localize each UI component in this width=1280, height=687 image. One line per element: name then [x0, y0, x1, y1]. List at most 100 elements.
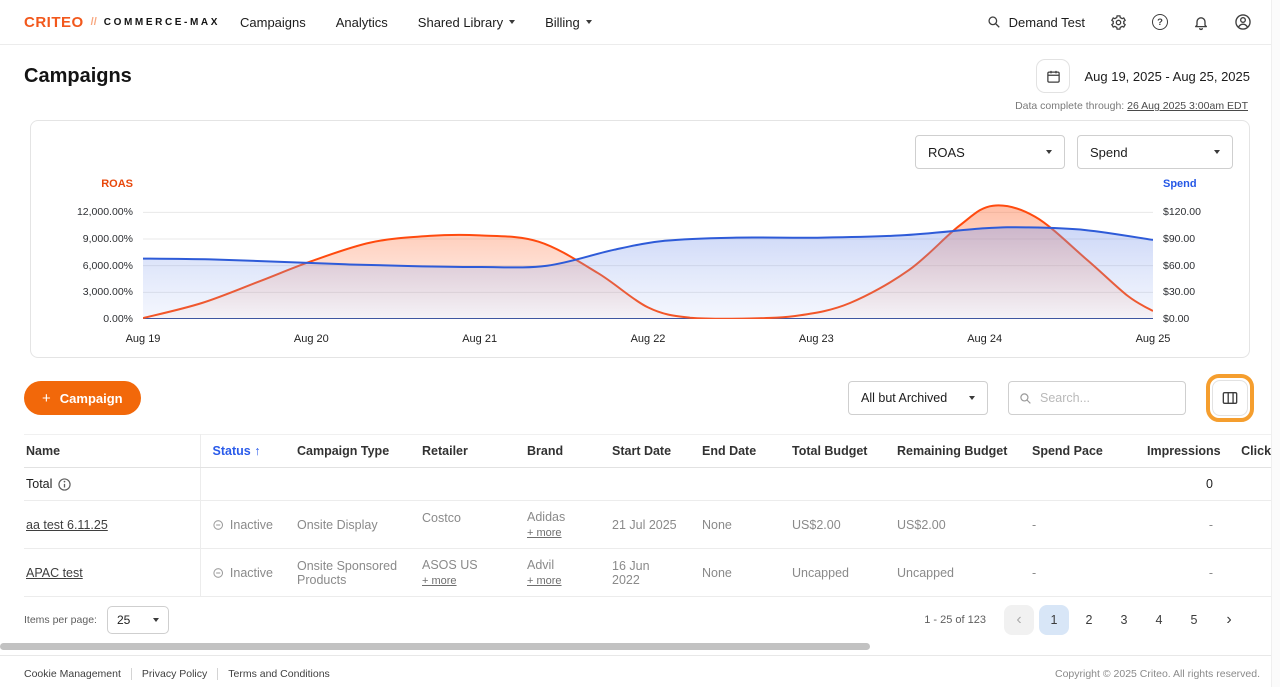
previous-page-button[interactable]: ‹: [1004, 605, 1034, 635]
items-per-page-label: Items per page:: [24, 614, 97, 626]
brand-name: Adidas: [527, 510, 588, 524]
vertical-scrollbar-track[interactable]: [1271, 0, 1280, 687]
column-header-campaign-type[interactable]: Campaign Type: [285, 435, 410, 468]
end-date-cell: None: [690, 549, 780, 597]
help-icon[interactable]: ?: [1152, 14, 1168, 30]
new-campaign-button[interactable]: + Campaign: [24, 381, 141, 415]
info-icon[interactable]: [58, 478, 71, 491]
status-label: Inactive: [230, 566, 273, 580]
status-cell: Inactive: [213, 518, 274, 532]
columns-icon: [1222, 391, 1238, 405]
privacy-policy-link[interactable]: Privacy Policy: [142, 668, 207, 680]
search-icon: [1019, 392, 1032, 405]
column-header-start-date[interactable]: Start Date: [600, 435, 690, 468]
items-per-page-select[interactable]: 25: [107, 606, 169, 634]
date-range-picker: Aug 19, 2025 - Aug 25, 2025: [1036, 59, 1250, 93]
right-axis-title: Spend: [1163, 178, 1197, 190]
data-complete-label: Data complete through:: [1015, 100, 1124, 112]
pagination-bar: Items per page: 25 1 - 25 of 123 ‹ 1 2 3…: [24, 605, 1244, 635]
left-metric-select[interactable]: ROAS: [915, 135, 1065, 169]
copyright-text: Copyright © 2025 Criteo. All rights rese…: [1055, 668, 1260, 680]
column-header-retailer[interactable]: Retailer: [410, 435, 515, 468]
retailer-cell: ASOS US + more: [422, 558, 503, 587]
campaign-type-cell: Onsite Sponsored Products: [285, 549, 410, 597]
footer-links: Cookie Management Privacy Policy Terms a…: [24, 668, 330, 680]
table-total-row: Total 0 0: [24, 468, 1280, 501]
campaigns-table: Name Status ↑ Campaign Type Retailer Bra…: [24, 434, 1280, 597]
brand-more-link[interactable]: + more: [527, 575, 562, 587]
remaining-budget-cell: Uncapped: [885, 549, 1020, 597]
column-header-brand[interactable]: Brand: [515, 435, 600, 468]
chart-canvas: [143, 199, 1153, 319]
horizontal-scrollbar-thumb[interactable]: [0, 643, 870, 650]
campaign-name-link[interactable]: APAC test: [26, 566, 83, 580]
column-header-end-date[interactable]: End Date: [690, 435, 780, 468]
campaign-name-link[interactable]: aa test 6.11.25: [26, 518, 108, 532]
account-avatar-icon[interactable]: [1234, 13, 1252, 31]
cookie-management-link[interactable]: Cookie Management: [24, 668, 121, 680]
x-axis-tick-label: Aug 22: [631, 333, 666, 345]
next-page-button[interactable]: ›: [1214, 605, 1244, 635]
left-axis-tick-label: 6,000.00%: [83, 260, 133, 272]
nav-campaigns[interactable]: Campaigns: [240, 15, 306, 30]
settings-gear-icon[interactable]: [1110, 14, 1127, 31]
chevron-down-icon: [969, 396, 975, 400]
nav-shared-library[interactable]: Shared Library: [418, 15, 515, 30]
chevron-down-icon: [586, 20, 592, 24]
total-label-group: Total: [26, 477, 188, 491]
column-header-total-budget[interactable]: Total Budget: [780, 435, 885, 468]
spend-pace-cell: -: [1020, 549, 1135, 597]
status-filter-value: All but Archived: [861, 391, 947, 405]
right-axis-tick-label: $90.00: [1163, 233, 1195, 245]
left-axis-tick-label: 9,000.00%: [83, 233, 133, 245]
right-metric-value: Spend: [1090, 145, 1128, 160]
page-button-5[interactable]: 5: [1179, 605, 1209, 635]
account-search-button[interactable]: Demand Test: [987, 15, 1085, 30]
retailer-name: Costco: [422, 511, 503, 525]
right-metric-select[interactable]: Spend: [1077, 135, 1233, 169]
nav-analytics-label: Analytics: [336, 15, 388, 30]
chevron-down-icon: [1214, 150, 1220, 154]
status-filter-select[interactable]: All but Archived: [848, 381, 988, 415]
impressions-cell: -: [1135, 549, 1225, 597]
retailer-name: ASOS US: [422, 558, 503, 572]
retailer-more-link[interactable]: + more: [422, 575, 457, 587]
column-header-remaining-budget[interactable]: Remaining Budget: [885, 435, 1020, 468]
date-range-value[interactable]: Aug 19, 2025 - Aug 25, 2025: [1084, 69, 1250, 84]
primary-nav: Campaigns Analytics Shared Library Billi…: [240, 15, 592, 30]
criteo-logo[interactable]: CRITEO // COMMERCE-MAX: [24, 14, 220, 31]
page-button-2[interactable]: 2: [1074, 605, 1104, 635]
criteo-wordmark: CRITEO: [24, 14, 84, 31]
column-settings-button[interactable]: [1212, 380, 1248, 416]
terms-and-conditions-link[interactable]: Terms and Conditions: [228, 668, 330, 680]
inactive-status-icon: [213, 566, 223, 580]
data-complete-link[interactable]: 26 Aug 2025 3:00am EDT: [1127, 100, 1248, 112]
spend-series-area: [143, 227, 1153, 319]
column-header-name[interactable]: Name: [24, 435, 200, 468]
nav-billing[interactable]: Billing: [545, 15, 592, 30]
column-header-spend-pace[interactable]: Spend Pace: [1020, 435, 1135, 468]
page-button-4[interactable]: 4: [1144, 605, 1174, 635]
notifications-bell-icon[interactable]: [1193, 14, 1209, 31]
new-campaign-label: Campaign: [60, 391, 123, 406]
table-row: APAC test Inactive Onsite Sponsored Prod…: [24, 549, 1280, 597]
page-button-1[interactable]: 1: [1039, 605, 1069, 635]
status-cell: Inactive: [213, 566, 274, 580]
items-per-page-value: 25: [117, 613, 130, 627]
nav-utilities: Demand Test ?: [987, 13, 1252, 31]
column-header-impressions[interactable]: Impressions: [1135, 435, 1225, 468]
footer-divider: [131, 668, 132, 680]
chevron-down-icon: [509, 20, 515, 24]
search-input[interactable]: [1040, 391, 1175, 405]
chart-plot-area: ROAS Spend 12,000.00%$120.009,000.00%$90…: [143, 199, 1153, 319]
total-label: Total: [26, 477, 52, 491]
table-header-row: Name Status ↑ Campaign Type Retailer Bra…: [24, 435, 1280, 468]
page-button-3[interactable]: 3: [1109, 605, 1139, 635]
calendar-button[interactable]: [1036, 59, 1070, 93]
brand-more-link[interactable]: + more: [527, 527, 562, 539]
calendar-icon: [1046, 69, 1061, 84]
column-header-status[interactable]: Status ↑: [200, 435, 285, 468]
brand-name: Advil: [527, 558, 588, 572]
chevron-down-icon: [1046, 150, 1052, 154]
nav-analytics[interactable]: Analytics: [336, 15, 388, 30]
